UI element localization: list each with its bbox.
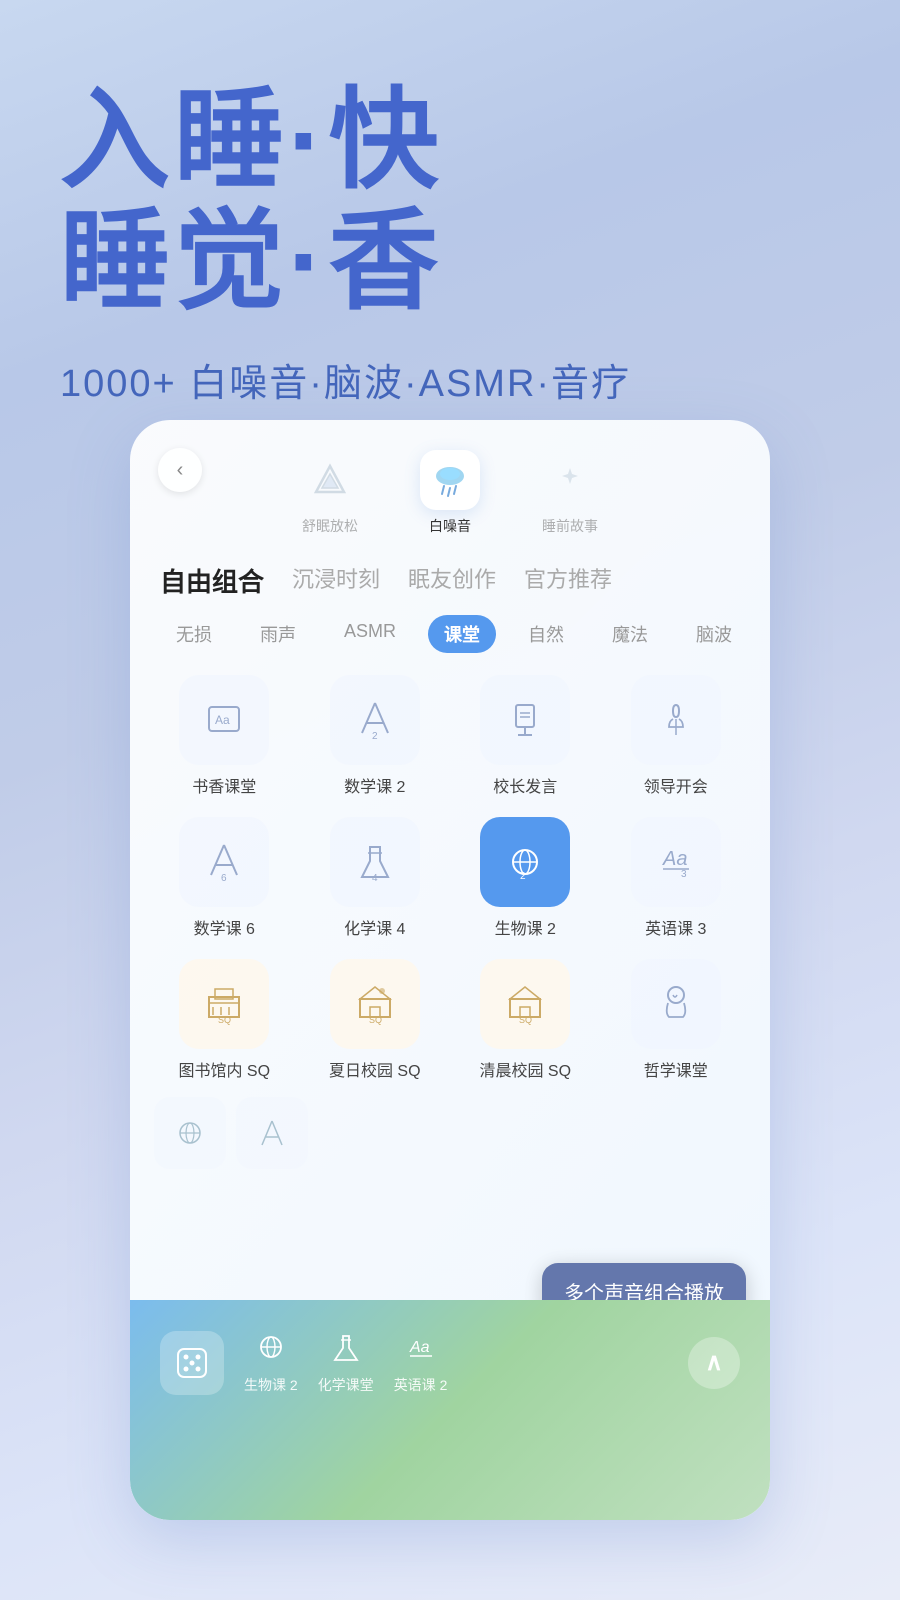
math2-label: 数学课 2 [344,773,405,797]
partial-item-2[interactable] [236,1097,308,1169]
filter-asmr[interactable]: ASMR [328,615,412,653]
partial-item-1[interactable] [154,1097,226,1169]
section-tab-official[interactable]: 官方推荐 [524,562,612,599]
library-sq-icon-wrap: SQ [179,959,269,1049]
sound-item-meeting[interactable]: 领导开会 [606,675,747,797]
sound-grid-row2: 6 数学课 6 4 化学课 4 2 [130,807,770,949]
morning-sq-icon-wrap: SQ [480,959,570,1049]
morning-sq-label: 清晨校园 SQ [479,1057,571,1081]
svg-text:Aa: Aa [409,1339,430,1356]
sound-item-bio2[interactable]: 2 生物课 2 [455,817,596,939]
bedtime-label: 睡前故事 [542,516,598,536]
category-tab-whitenoise[interactable]: 白噪音 [420,450,480,536]
english2-track[interactable]: Aa 英语课 2 [394,1330,448,1395]
chem4-icon-wrap: 4 [330,817,420,907]
book-class-label: 书香课堂 [192,773,256,797]
philosophy-label: 哲学课堂 [644,1057,708,1081]
sound-item-math2[interactable]: 2 数学课 2 [305,675,446,797]
principal-icon-wrap [480,675,570,765]
filter-lossless[interactable]: 无损 [160,615,228,653]
sound-item-morning-sq[interactable]: SQ 清晨校园 SQ [455,959,596,1081]
partial-icon-1 [154,1097,226,1169]
svg-text:SQ: SQ [218,1015,231,1025]
section-tab-immerse[interactable]: 沉浸时刻 [292,562,380,599]
category-tab-bedtime[interactable]: 睡前故事 [540,450,600,536]
expand-icon: ∧ [705,1348,723,1377]
philosophy-icon-wrap [631,959,721,1049]
bio2-track-icon [254,1330,288,1371]
math6-label: 数学课 6 [194,915,255,939]
meeting-icon-wrap [631,675,721,765]
hero-title: 入睡·快 睡觉·香 [60,80,840,322]
sound-grid-row3: SQ 图书馆内 SQ SQ 夏日校园 SQ [130,949,770,1091]
library-sq-label: 图书馆内 SQ [178,1057,270,1081]
section-tabs: 自由组合 沉浸时刻 眠友创作 官方推荐 [130,546,770,607]
filter-rain[interactable]: 雨声 [244,615,312,653]
svg-text:2: 2 [520,871,526,882]
summer-sq-label: 夏日校园 SQ [329,1057,421,1081]
math6-icon-wrap: 6 [179,817,269,907]
english2-track-label: 英语课 2 [394,1375,448,1395]
back-button[interactable]: ‹ [158,448,202,492]
sound-item-math6[interactable]: 6 数学课 6 [154,817,295,939]
english3-label: 英语课 3 [645,915,706,939]
partial-row [130,1091,770,1173]
filter-class[interactable]: 课堂 [428,615,496,653]
relax-icon [300,450,360,510]
bedtime-icon [540,450,600,510]
svg-text:6: 6 [221,873,227,884]
back-icon: ‹ [177,459,184,482]
hero-subtitle: 1000+ 白噪音·脑波·ASMR·音疗 [60,352,840,407]
filter-nature[interactable]: 自然 [512,615,580,653]
bio2-icon-wrap: 2 [480,817,570,907]
hero-section: 入睡·快 睡觉·香 1000+ 白噪音·脑波·ASMR·音疗 [0,0,900,447]
book-class-icon-wrap: Aa [179,675,269,765]
sound-item-book-class[interactable]: Aa 书香课堂 [154,675,295,797]
phone-mockup: ‹ 舒眠放松 白噪音 [130,420,770,1520]
sound-item-english3[interactable]: Aa 3 英语课 3 [606,817,747,939]
svg-text:Aa: Aa [215,713,230,727]
svg-text:Aa: Aa [662,848,687,870]
filter-tags: 无损 雨声 ASMR 课堂 自然 魔法 脑波 [130,607,770,665]
section-tab-free[interactable]: 自由组合 [160,562,264,599]
chem-track-icon [329,1330,363,1371]
sound-item-principal[interactable]: 校长发言 [455,675,596,797]
whitenoise-icon [420,450,480,510]
bio2-track[interactable]: 生物课 2 [244,1330,298,1395]
chem4-label: 化学课 4 [344,915,405,939]
bio2-track-label: 生物课 2 [244,1375,298,1395]
section-tab-create[interactable]: 眠友创作 [408,562,496,599]
svg-text:2: 2 [372,731,378,742]
bottom-bar: 生物课 2 化学课堂 Aa [130,1300,770,1520]
expand-button[interactable]: ∧ [688,1337,740,1389]
sound-grid-row1: Aa 书香课堂 2 数学课 2 [130,665,770,807]
filter-brainwave[interactable]: 脑波 [680,615,748,653]
bottom-bar-items: 生物课 2 化学课堂 Aa [160,1320,740,1395]
svg-text:SQ: SQ [519,1015,532,1025]
filter-magic[interactable]: 魔法 [596,615,664,653]
sound-item-chem4[interactable]: 4 化学课 4 [305,817,446,939]
dice-button[interactable] [160,1331,224,1395]
chem-track[interactable]: 化学课堂 [318,1330,374,1395]
meeting-label: 领导开会 [644,773,708,797]
partial-icon-2 [236,1097,308,1169]
svg-text:SQ: SQ [369,1015,382,1025]
category-tab-relax[interactable]: 舒眠放松 [300,450,360,536]
english2-track-icon: Aa [404,1330,438,1371]
principal-label: 校长发言 [493,773,557,797]
chem-track-label: 化学课堂 [318,1375,374,1395]
svg-text:4: 4 [372,873,378,884]
svg-text:3: 3 [681,869,687,880]
sound-item-summer-sq[interactable]: SQ 夏日校园 SQ [305,959,446,1081]
relax-label: 舒眠放松 [302,516,358,536]
summer-sq-icon-wrap: SQ [330,959,420,1049]
whitenoise-label: 白噪音 [429,516,471,536]
math2-icon-wrap: 2 [330,675,420,765]
english3-icon-wrap: Aa 3 [631,817,721,907]
sound-item-philosophy[interactable]: 哲学课堂 [606,959,747,1081]
sound-item-library-sq[interactable]: SQ 图书馆内 SQ [154,959,295,1081]
bio2-label: 生物课 2 [495,915,556,939]
category-tabs: 舒眠放松 白噪音 睡前故事 [130,430,770,546]
